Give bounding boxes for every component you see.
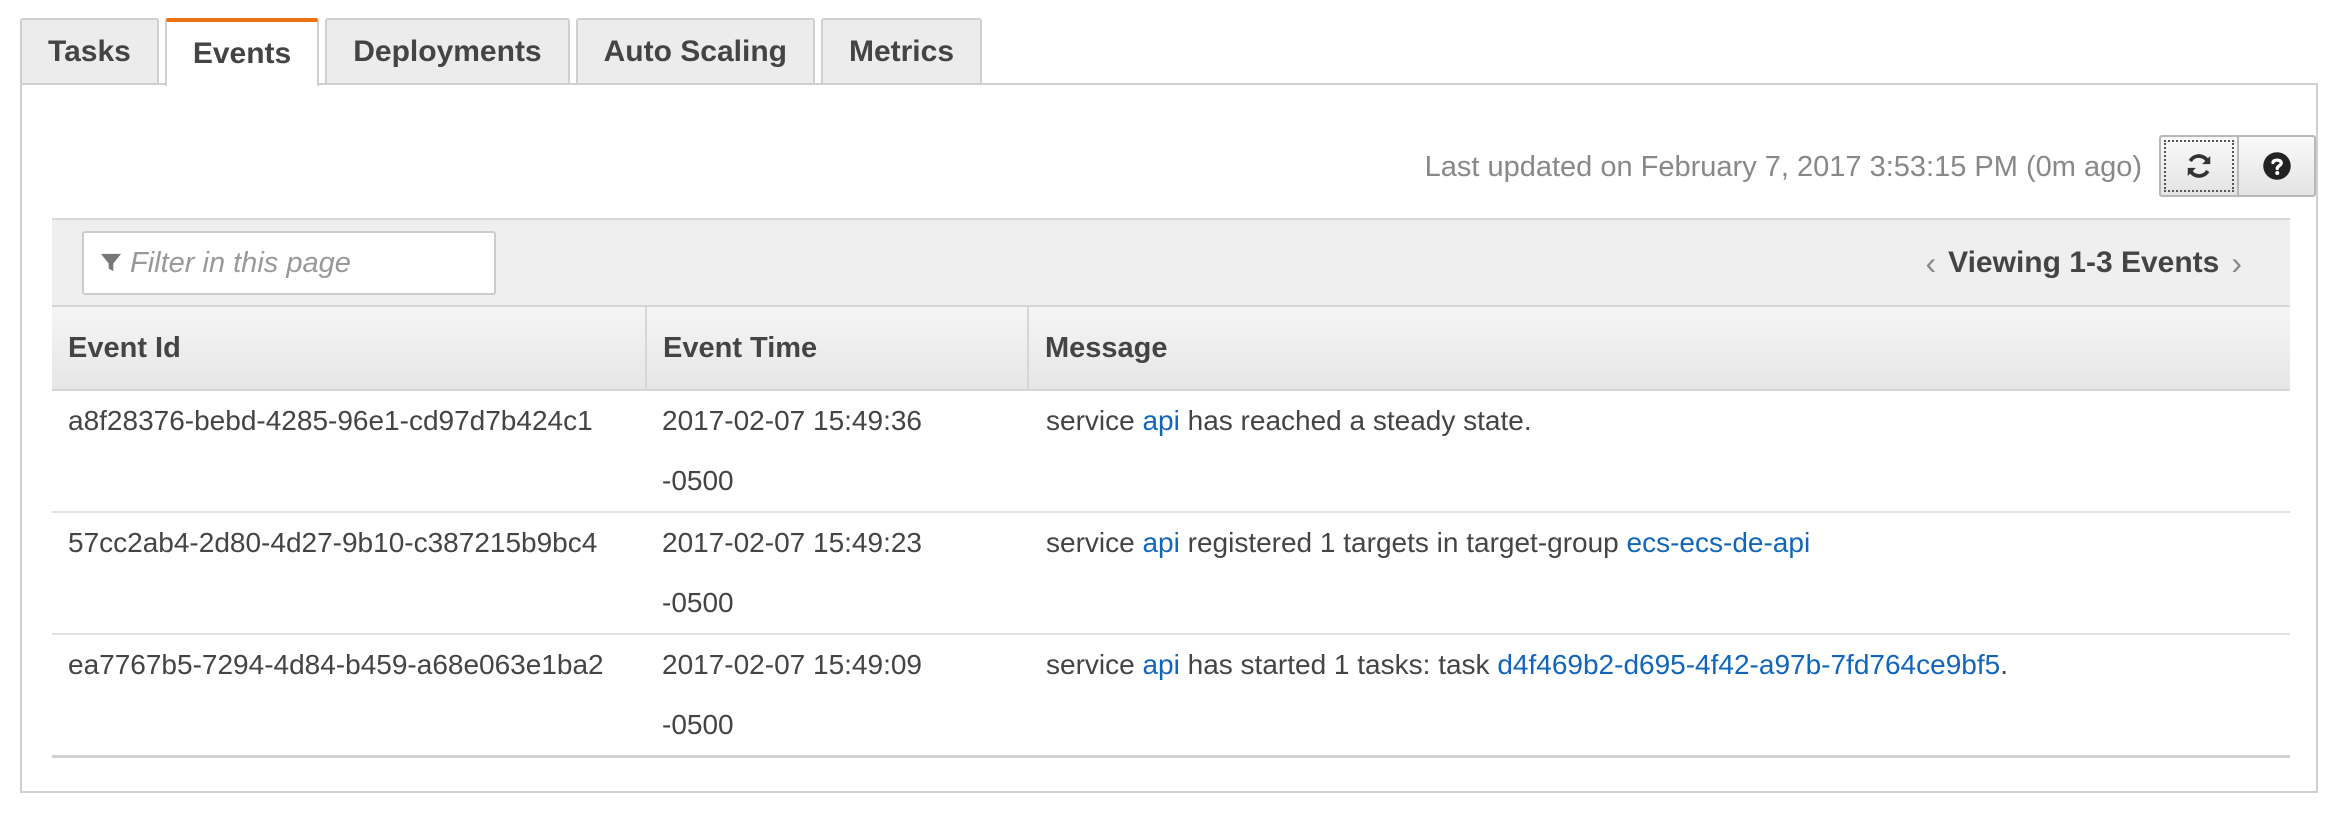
event-time-cell: 2017-02-07 15:49:36 -0500 bbox=[646, 390, 1028, 513]
event-time-tz: -0500 bbox=[662, 709, 734, 740]
table-row: ea7767b5-7294-4d84-b459-a68e063e1ba2 201… bbox=[52, 634, 2290, 758]
service-link[interactable]: api bbox=[1142, 527, 1179, 558]
pager: ‹ Viewing 1-3 Events › bbox=[1913, 246, 2254, 280]
service-link[interactable]: api bbox=[1142, 405, 1179, 436]
question-circle-icon bbox=[2262, 152, 2291, 180]
event-time-cell: 2017-02-07 15:49:23 -0500 bbox=[646, 512, 1028, 635]
filter-bar: ‹ Viewing 1-3 Events › bbox=[52, 218, 2290, 305]
column-header-event-time[interactable]: Event Time bbox=[646, 305, 1029, 391]
column-header-message[interactable]: Message bbox=[1028, 305, 2290, 391]
service-link[interactable]: api bbox=[1142, 649, 1179, 680]
pager-label: Viewing 1-3 Events bbox=[1948, 246, 2220, 279]
message-cell: service api has reached a steady state. bbox=[1028, 390, 2290, 513]
message-cell: service api registered 1 targets in targ… bbox=[1028, 512, 2290, 635]
events-grid: ‹ Viewing 1-3 Events › Event Id Event Ti… bbox=[52, 218, 2290, 758]
target-group-link[interactable]: ecs-ecs-de-api bbox=[1627, 527, 1811, 558]
event-time-date: 2017-02-07 15:49:23 bbox=[662, 527, 922, 558]
event-time-date: 2017-02-07 15:49:36 bbox=[662, 405, 922, 436]
last-updated-text: Last updated on February 7, 2017 3:53:15… bbox=[1424, 151, 2142, 183]
event-time-tz: -0500 bbox=[662, 587, 734, 618]
filter-input[interactable] bbox=[130, 246, 490, 280]
panel-toolbar: Last updated on February 7, 2017 3:53:15… bbox=[22, 135, 2316, 201]
message-text: . bbox=[2000, 649, 2008, 680]
next-page-icon[interactable]: › bbox=[2219, 247, 2254, 279]
refresh-button[interactable] bbox=[2159, 135, 2238, 197]
event-id-cell: a8f28376-bebd-4285-96e1-cd97d7b424c1 bbox=[52, 390, 646, 513]
tab-metrics[interactable]: Metrics bbox=[820, 18, 983, 84]
message-text: has started 1 tasks: task bbox=[1179, 649, 1498, 680]
table-row: 57cc2ab4-2d80-4d27-9b10-c387215b9bc4 201… bbox=[52, 512, 2290, 635]
message-text: service bbox=[1046, 649, 1143, 680]
event-id: ea7767b5-7294-4d84-b459-a68e063e1ba2 bbox=[68, 649, 604, 680]
message-text: has reached a steady state. bbox=[1179, 405, 1532, 436]
tab-events[interactable]: Events bbox=[164, 18, 320, 86]
tab-deployments[interactable]: Deployments bbox=[325, 18, 570, 84]
event-id: a8f28376-bebd-4285-96e1-cd97d7b424c1 bbox=[68, 405, 593, 436]
table-header-row: Event Id Event Time Message bbox=[52, 305, 2290, 391]
events-table: Event Id Event Time Message a8f28376-beb… bbox=[52, 305, 2290, 758]
event-id-cell: ea7767b5-7294-4d84-b459-a68e063e1ba2 bbox=[52, 634, 646, 758]
event-time-cell: 2017-02-07 15:49:09 -0500 bbox=[646, 634, 1028, 758]
message-cell: service api has started 1 tasks: task d4… bbox=[1028, 634, 2290, 758]
previous-page-icon[interactable]: ‹ bbox=[1913, 247, 1948, 279]
filter-icon bbox=[100, 253, 122, 272]
filter-field[interactable] bbox=[82, 231, 496, 295]
events-panel: Last updated on February 7, 2017 3:53:15… bbox=[20, 83, 2318, 793]
tab-tasks[interactable]: Tasks bbox=[20, 18, 159, 84]
event-time-date: 2017-02-07 15:49:09 bbox=[662, 649, 922, 680]
message-text: service bbox=[1046, 405, 1143, 436]
task-link[interactable]: d4f469b2-d695-4f42-a97b-7fd764ce9bf5 bbox=[1497, 649, 2000, 680]
message-text: service bbox=[1046, 527, 1143, 558]
message-text: registered 1 targets in target-group bbox=[1179, 527, 1627, 558]
event-time-tz: -0500 bbox=[662, 465, 734, 496]
tab-bar: Tasks Events Deployments Auto Scaling Me… bbox=[20, 17, 988, 86]
event-id-cell: 57cc2ab4-2d80-4d27-9b10-c387215b9bc4 bbox=[52, 512, 646, 635]
refresh-icon bbox=[2187, 154, 2211, 178]
table-row: a8f28376-bebd-4285-96e1-cd97d7b424c1 201… bbox=[52, 390, 2290, 513]
help-button[interactable] bbox=[2237, 135, 2316, 197]
event-id: 57cc2ab4-2d80-4d27-9b10-c387215b9bc4 bbox=[68, 527, 598, 558]
column-header-event-id[interactable]: Event Id bbox=[52, 305, 647, 391]
tab-auto-scaling[interactable]: Auto Scaling bbox=[575, 18, 815, 84]
